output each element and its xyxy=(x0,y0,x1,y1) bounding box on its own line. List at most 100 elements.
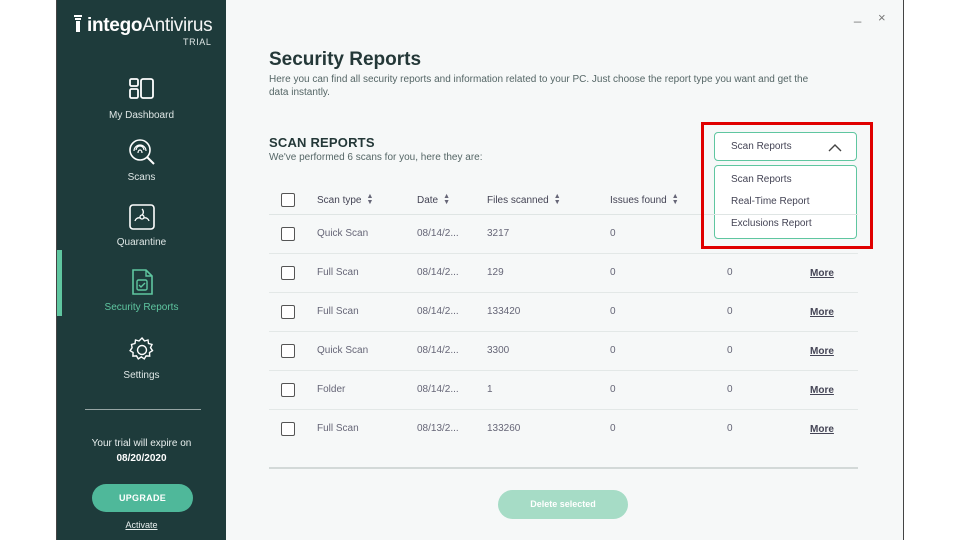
cell-date: 08/14/2... xyxy=(417,228,459,239)
cell-extra: 0 xyxy=(727,345,733,356)
table-bottom-divider xyxy=(269,467,858,469)
sort-icon: ▲ ▼ xyxy=(366,193,374,206)
sidebar-item-label: Quarantine xyxy=(116,237,167,248)
scan-reports-table: Scan type ▲ ▼ Date ▲ ▼ Files scanned ▲ ▼ Is… xyxy=(269,184,858,449)
trial-date: 08/20/2020 xyxy=(116,453,167,464)
dashboard-icon xyxy=(128,78,154,99)
table-row: Full Scan 08/14/2... 129 0 0 More xyxy=(269,254,858,293)
column-header-files-scanned[interactable]: Files scanned ▲ ▼ xyxy=(487,193,561,206)
cell-issues-found: 0 xyxy=(610,345,616,356)
delete-selected-button[interactable]: Delete selected xyxy=(498,490,628,519)
cell-issues-found: 0 xyxy=(610,267,616,278)
row-checkbox[interactable] xyxy=(281,305,295,319)
cell-extra: 0 xyxy=(727,384,733,395)
biohazard-icon xyxy=(128,204,155,230)
sidebar-item-label: My Dashboard xyxy=(108,110,175,121)
cell-date: 08/14/2... xyxy=(417,345,459,356)
table-row: Full Scan 08/13/2... 133260 0 0 More xyxy=(269,410,858,449)
fingerprint-scan-icon xyxy=(128,139,155,165)
cell-extra: 0 xyxy=(727,423,733,434)
cell-files-scanned: 3300 xyxy=(487,345,510,356)
sidebar: intego Antivirus TRIAL My Dashboard Scan… xyxy=(57,0,226,540)
cell-date: 08/14/2... xyxy=(417,306,459,317)
cell-files-scanned: 133420 xyxy=(487,306,521,317)
cell-scan-type: Full Scan xyxy=(317,306,359,317)
column-header-label: Scan type xyxy=(317,194,362,206)
sidebar-item-settings[interactable]: Settings xyxy=(57,336,226,381)
table-header: Scan type ▲ ▼ Date ▲ ▼ Files scanned ▲ ▼ Is… xyxy=(269,184,858,215)
table-row: Quick Scan 08/14/2... 3300 0 0 More xyxy=(269,332,858,371)
page-description: Here you can find all security reports a… xyxy=(269,74,809,98)
main-content: _ × Security Reports Here you can find a… xyxy=(226,0,903,540)
cell-issues-found: 0 xyxy=(610,423,616,434)
column-header-label: Date xyxy=(417,194,439,206)
cell-files-scanned: 133260 xyxy=(487,423,521,434)
table-row: Full Scan 08/14/2... 133420 0 0 More xyxy=(269,293,858,332)
cell-date: 08/13/2... xyxy=(417,423,459,434)
row-checkbox[interactable] xyxy=(281,383,295,397)
sort-icon: ▲ ▼ xyxy=(553,193,561,206)
page-title: Security Reports xyxy=(269,49,422,70)
cell-issues-found: 0 xyxy=(610,306,616,317)
activate-link[interactable]: Activate xyxy=(57,520,226,530)
sidebar-item-scans[interactable]: Scans xyxy=(57,138,226,183)
more-link[interactable]: More xyxy=(810,346,834,357)
cell-files-scanned: 1 xyxy=(487,384,493,395)
cell-files-scanned: 3217 xyxy=(487,228,510,239)
sidebar-item-label: Security Reports xyxy=(104,302,179,313)
cell-scan-type: Full Scan xyxy=(317,423,359,434)
cell-scan-type: Quick Scan xyxy=(317,345,369,356)
more-link[interactable]: More xyxy=(810,385,834,396)
cell-scan-type: Folder xyxy=(317,384,346,395)
app-window: intego Antivirus TRIAL My Dashboard Scan… xyxy=(56,0,904,540)
column-header-date[interactable]: Date ▲ ▼ xyxy=(417,193,451,206)
sidebar-item-quarantine[interactable]: Quarantine xyxy=(57,203,226,248)
sort-icon: ▲ ▼ xyxy=(671,193,679,206)
table-row: Folder 08/14/2... 1 0 0 More xyxy=(269,371,858,410)
select-all-checkbox[interactable] xyxy=(281,193,295,207)
cell-extra: 0 xyxy=(727,267,733,278)
cell-files-scanned: 129 xyxy=(487,267,504,278)
row-checkbox[interactable] xyxy=(281,344,295,358)
sidebar-item-label: Settings xyxy=(123,370,160,381)
sidebar-item-label: Scans xyxy=(127,172,156,183)
section-title: SCAN REPORTS xyxy=(269,135,375,150)
cell-issues-found: 0 xyxy=(610,384,616,395)
report-document-icon xyxy=(131,269,153,295)
column-header-label: Files scanned xyxy=(487,194,549,206)
column-header-issues-found[interactable]: Issues found ▲ ▼ xyxy=(610,193,679,206)
cell-scan-type: Full Scan xyxy=(317,267,359,278)
more-link[interactable]: More xyxy=(810,307,834,318)
intego-logo-icon xyxy=(74,15,82,32)
report-type-value: Scan Reports xyxy=(731,141,792,152)
close-button[interactable]: × xyxy=(878,10,886,25)
row-checkbox[interactable] xyxy=(281,422,295,436)
table-row: Quick Scan 08/14/2... 3217 0 xyxy=(269,215,858,254)
upgrade-button[interactable]: UPGRADE xyxy=(92,484,193,512)
sidebar-item-dashboard[interactable]: My Dashboard xyxy=(57,76,226,121)
cell-scan-type: Quick Scan xyxy=(317,228,369,239)
cell-extra: 0 xyxy=(727,306,733,317)
column-header-label: Issues found xyxy=(610,194,667,206)
chevron-up-icon xyxy=(828,144,842,152)
trial-text: Your trial will expire on xyxy=(91,438,192,449)
more-link[interactable]: More xyxy=(810,424,834,435)
sidebar-item-security-reports[interactable]: Security Reports xyxy=(57,268,226,313)
trial-notice: Your trial will expire on 08/20/2020 xyxy=(57,436,226,466)
brand-edition: TRIAL xyxy=(183,37,212,47)
report-type-select[interactable]: Scan Reports xyxy=(714,132,857,161)
cell-issues-found: 0 xyxy=(610,228,616,239)
column-header-scan-type[interactable]: Scan type ▲ ▼ xyxy=(317,193,374,206)
sort-icon: ▲ ▼ xyxy=(443,193,451,206)
sidebar-divider xyxy=(85,409,201,410)
brand-product: Antivirus xyxy=(142,15,213,36)
row-checkbox[interactable] xyxy=(281,266,295,280)
cell-date: 08/14/2... xyxy=(417,384,459,395)
minimize-button[interactable]: _ xyxy=(854,8,861,23)
more-link[interactable]: More xyxy=(810,268,834,279)
gear-icon xyxy=(128,336,153,360)
row-checkbox[interactable] xyxy=(281,227,295,241)
section-subtitle: We've performed 6 scans for you, here th… xyxy=(269,152,483,163)
brand-name: intego xyxy=(87,15,143,36)
brand-logo: intego Antivirus xyxy=(73,13,213,37)
